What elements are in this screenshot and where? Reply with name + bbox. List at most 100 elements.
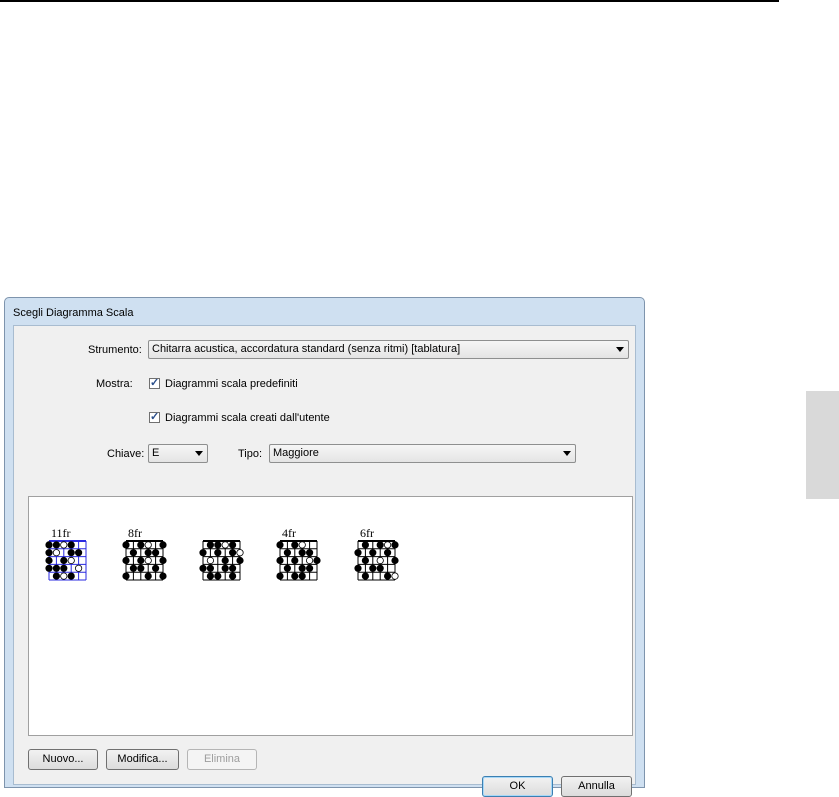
scale-diagram-1[interactable]: 11fr — [45, 526, 87, 581]
fret-label: 6fr — [360, 526, 374, 540]
dialog-client-area: Strumento: Chitarra acustica, accordatur… — [13, 325, 636, 797]
scale-note-dot — [298, 564, 306, 572]
scale-note-dot — [229, 564, 237, 572]
scale-diagram-4[interactable]: 4fr — [276, 526, 321, 581]
scale-note-dot — [369, 549, 377, 557]
scale-note-dot — [74, 549, 83, 557]
scale-note-dot — [276, 572, 284, 580]
scale-note-dot — [122, 572, 130, 580]
checkmark-icon: ✓ — [150, 377, 160, 389]
dialog-title: Scegli Diagramma Scala — [13, 307, 134, 319]
scale-note-dot — [298, 541, 306, 549]
scale-diagram-3[interactable] — [199, 540, 244, 581]
scale-note-dot — [229, 572, 237, 580]
scale-note-dot — [137, 541, 145, 549]
scale-note-dot — [376, 564, 384, 572]
scale-note-dot — [206, 556, 214, 565]
scale-note-dot — [376, 556, 384, 565]
scale-note-dot — [137, 564, 145, 572]
scale-note-dot — [383, 572, 392, 580]
chiave-label: Chiave: — [107, 448, 145, 460]
scale-note-dot — [52, 549, 60, 557]
scale-note-dot — [291, 541, 299, 549]
scale-note-dot — [60, 556, 68, 565]
scale-note-dot — [221, 541, 229, 549]
tipo-select[interactable]: Maggiore — [269, 444, 576, 463]
chiave-value: E — [152, 447, 160, 459]
scale-note-dot — [383, 541, 392, 549]
fret-label: 11fr — [51, 526, 71, 540]
scale-note-dot — [305, 564, 314, 572]
scale-note-dot — [199, 549, 207, 557]
page-side-tab — [806, 391, 839, 499]
scale-note-dot — [298, 572, 306, 580]
scale-diagram-list[interactable]: 11fr 8fr 4fr 6fr — [28, 496, 633, 736]
scale-note-dot — [391, 541, 399, 549]
scale-note-dot — [129, 549, 138, 557]
scale-note-dot — [122, 541, 130, 549]
scale-note-dot — [214, 549, 222, 557]
scale-note-dot — [291, 572, 299, 580]
page-top-rule — [0, 0, 779, 2]
chiave-select[interactable]: E — [148, 444, 208, 463]
scale-note-dot — [305, 549, 314, 557]
dialog-titlebar[interactable]: Scegli Diagramma Scala — [5, 298, 644, 324]
scale-note-dot — [206, 564, 214, 572]
scale-note-dot — [361, 572, 369, 580]
scale-note-dot — [361, 541, 369, 549]
modifica-button[interactable]: Modifica... — [106, 749, 179, 770]
scale-note-dot — [283, 564, 291, 572]
predefiniti-checkbox[interactable]: ✓ — [149, 377, 160, 389]
predefiniti-label[interactable]: Diagrammi scala predefiniti — [165, 378, 298, 390]
strumento-value: Chitarra acustica, accordatura standard … — [152, 343, 461, 355]
scale-note-dot — [214, 541, 222, 549]
scale-note-dot — [67, 541, 75, 549]
scale-diagram-dialog: Scegli Diagramma Scala Strumento: Chitar… — [4, 297, 645, 797]
chevron-down-icon — [563, 451, 571, 456]
scale-note-dot — [206, 541, 214, 549]
scale-note-dot — [74, 564, 83, 572]
scale-note-dot — [305, 556, 314, 565]
scale-note-dot — [67, 549, 75, 557]
scale-note-dot — [152, 564, 160, 572]
scale-note-dot — [376, 541, 384, 549]
scale-note-dot — [298, 549, 306, 557]
tipo-value: Maggiore — [273, 447, 319, 459]
scale-note-dot — [214, 572, 222, 580]
scale-note-dot — [129, 564, 138, 572]
checkmark-icon: ✓ — [150, 411, 160, 423]
scale-note-dot — [283, 549, 291, 557]
nuovo-button[interactable]: Nuovo... — [28, 749, 98, 770]
scale-note-dot — [354, 564, 362, 572]
scale-note-dot — [45, 541, 53, 549]
scale-note-dot — [229, 541, 237, 549]
fret-label: 4fr — [282, 526, 296, 540]
scale-note-dot — [144, 549, 152, 557]
chevron-down-icon — [195, 451, 203, 456]
scale-note-dot — [67, 556, 75, 565]
scale-note-dot — [137, 556, 145, 565]
scale-note-dot — [60, 572, 68, 580]
utente-checkbox[interactable]: ✓ — [149, 411, 160, 423]
scale-diagram-2[interactable]: 8fr — [122, 526, 167, 581]
strumento-label: Strumento: — [88, 344, 142, 356]
scale-note-dot — [144, 541, 152, 549]
scale-note-dot — [45, 564, 53, 572]
fret-label: 8fr — [128, 526, 142, 540]
scale-note-dot — [144, 572, 152, 580]
scale-note-dot — [60, 541, 68, 549]
utente-label[interactable]: Diagrammi scala creati dall'utente — [165, 412, 330, 424]
scale-note-dot — [159, 556, 167, 565]
scale-diagram-5[interactable]: 6fr — [354, 526, 399, 581]
scale-note-dot — [52, 564, 60, 572]
scale-note-dot — [152, 549, 160, 557]
scale-note-dot — [391, 572, 399, 580]
scale-note-dot — [221, 556, 229, 565]
strumento-select[interactable]: Chitarra acustica, accordatura standard … — [148, 340, 629, 359]
elimina-button[interactable]: Elimina — [187, 749, 257, 770]
scale-note-dot — [60, 564, 68, 572]
scale-note-dot — [276, 541, 284, 549]
scale-note-dot — [52, 572, 60, 580]
scale-note-dot — [45, 556, 53, 565]
scale-note-dot — [122, 556, 130, 565]
